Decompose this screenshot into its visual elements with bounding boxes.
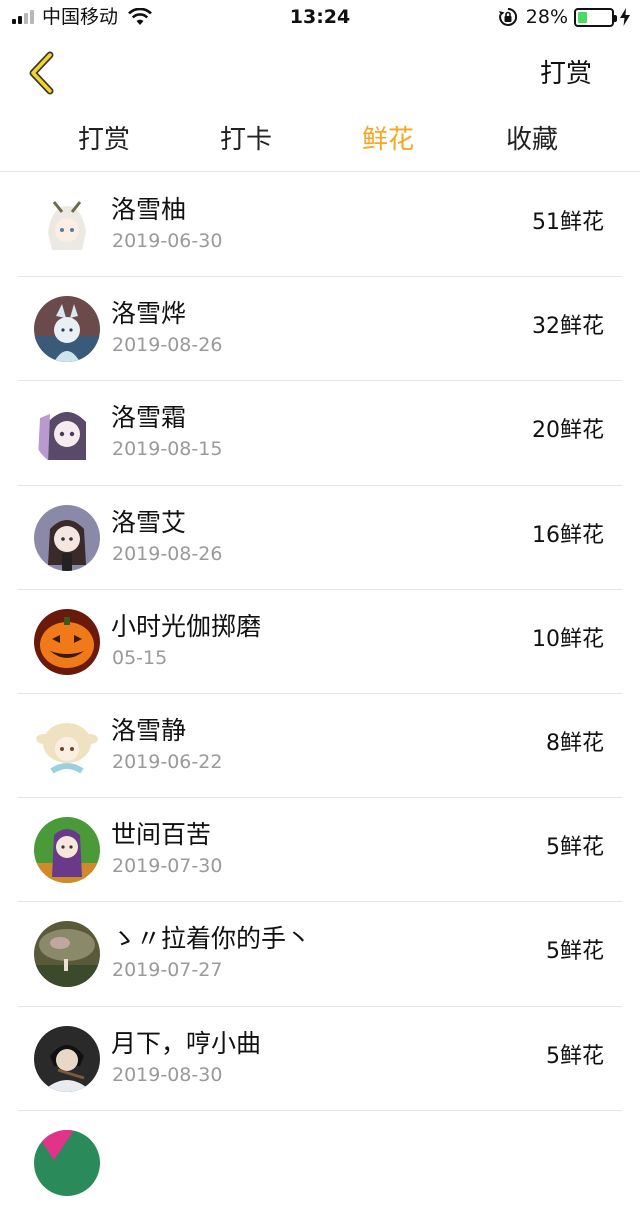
tab-favorites[interactable]: 收藏 <box>506 122 558 158</box>
battery-fill <box>578 11 587 23</box>
item-date: 2019-08-26 <box>112 334 223 357</box>
flower-count: 5鲜花 <box>546 1043 604 1069</box>
flower-count: 8鲜花 <box>546 730 604 756</box>
item-date: 05-15 <box>112 646 168 669</box>
flower-count: 16鲜花 <box>532 522 604 548</box>
item-date: 2019-08-30 <box>112 1063 223 1086</box>
user-name: 小时光伽掷磨 <box>111 611 262 641</box>
nav-bar: 打赏 <box>0 36 640 110</box>
avatar[interactable] <box>34 504 100 571</box>
list-item[interactable]: 月下，哼小曲 2019-08-30 5鲜花 <box>18 1007 622 1111</box>
avatar[interactable] <box>34 817 100 884</box>
list-item[interactable]: 洛雪霜 2019-08-15 20鲜花 <box>18 381 622 486</box>
list-item[interactable]: 小时光伽掷磨 05-15 10鲜花 <box>18 590 622 694</box>
flower-count: 10鲜花 <box>532 626 604 652</box>
reward-button[interactable]: 打赏 <box>540 56 592 92</box>
avatar[interactable] <box>34 608 100 675</box>
list-item[interactable]: ゝ〃拉着你的手丶 2019-07-27 5鲜花 <box>18 902 622 1007</box>
chevron-left-icon[interactable] <box>24 50 60 96</box>
tab-reward[interactable]: 打赏 <box>78 122 130 158</box>
list-item[interactable]: 洛雪艾 2019-08-26 16鲜花 <box>18 486 622 590</box>
user-name: 洛雪霜 <box>111 403 187 433</box>
avatar[interactable] <box>34 712 100 779</box>
flower-count: 20鲜花 <box>532 418 604 444</box>
avatar[interactable] <box>34 921 100 988</box>
item-date: 2019-08-15 <box>112 438 223 461</box>
status-right: 28% <box>498 5 630 29</box>
item-date: 2019-06-30 <box>112 230 223 252</box>
battery-icon <box>574 7 617 27</box>
charging-bolt-icon <box>620 8 630 26</box>
list-item[interactable]: 洛雪静 2019-06-22 8鲜花 <box>18 694 622 799</box>
flower-list: 洛雪柚 2019-06-30 51鲜花 洛雪烨 2019-08-26 32鲜花 … <box>0 173 640 1215</box>
item-date: 2019-07-27 <box>112 959 223 982</box>
tab-bar: 打赏 打卡 鲜花 收藏 <box>0 112 640 172</box>
tab-checkin[interactable]: 打卡 <box>220 122 272 158</box>
flower-count: 32鲜花 <box>532 314 604 340</box>
avatar[interactable] <box>34 400 100 467</box>
user-name: 洛雪艾 <box>111 507 187 537</box>
user-name: 月下，哼小曲 <box>111 1028 262 1058</box>
user-name: 洛雪柚 <box>111 195 187 224</box>
status-bar: 中国移动 13:24 28% <box>0 0 640 36</box>
item-date: 2019-08-26 <box>112 542 223 565</box>
flower-count: 5鲜花 <box>546 939 604 965</box>
flower-count: 5鲜花 <box>546 835 604 861</box>
user-name: 世间百苦 <box>111 820 212 850</box>
rotation-lock-icon <box>498 7 517 26</box>
item-date: 2019-06-22 <box>112 750 223 773</box>
battery-percent: 28% <box>525 6 568 28</box>
avatar[interactable] <box>34 192 100 258</box>
list-item[interactable]: 洛雪烨 2019-08-26 32鲜花 <box>18 277 622 382</box>
item-date: 2019-07-30 <box>112 855 223 878</box>
user-name: 洛雪静 <box>111 715 187 745</box>
user-name: 洛雪烨 <box>111 299 187 329</box>
list-item[interactable]: 洛雪柚 2019-06-30 51鲜花 <box>18 173 622 278</box>
user-name: ゝ〃拉着你的手丶 <box>111 924 312 954</box>
list-item[interactable]: 世间百苦 2019-07-30 5鲜花 <box>18 798 622 903</box>
tab-flowers[interactable]: 鲜花 <box>362 122 414 158</box>
flower-count: 51鲜花 <box>532 210 604 235</box>
avatar[interactable] <box>34 1129 100 1196</box>
list-item[interactable] <box>18 1111 622 1215</box>
avatar[interactable] <box>34 1025 100 1092</box>
avatar[interactable] <box>34 296 100 363</box>
